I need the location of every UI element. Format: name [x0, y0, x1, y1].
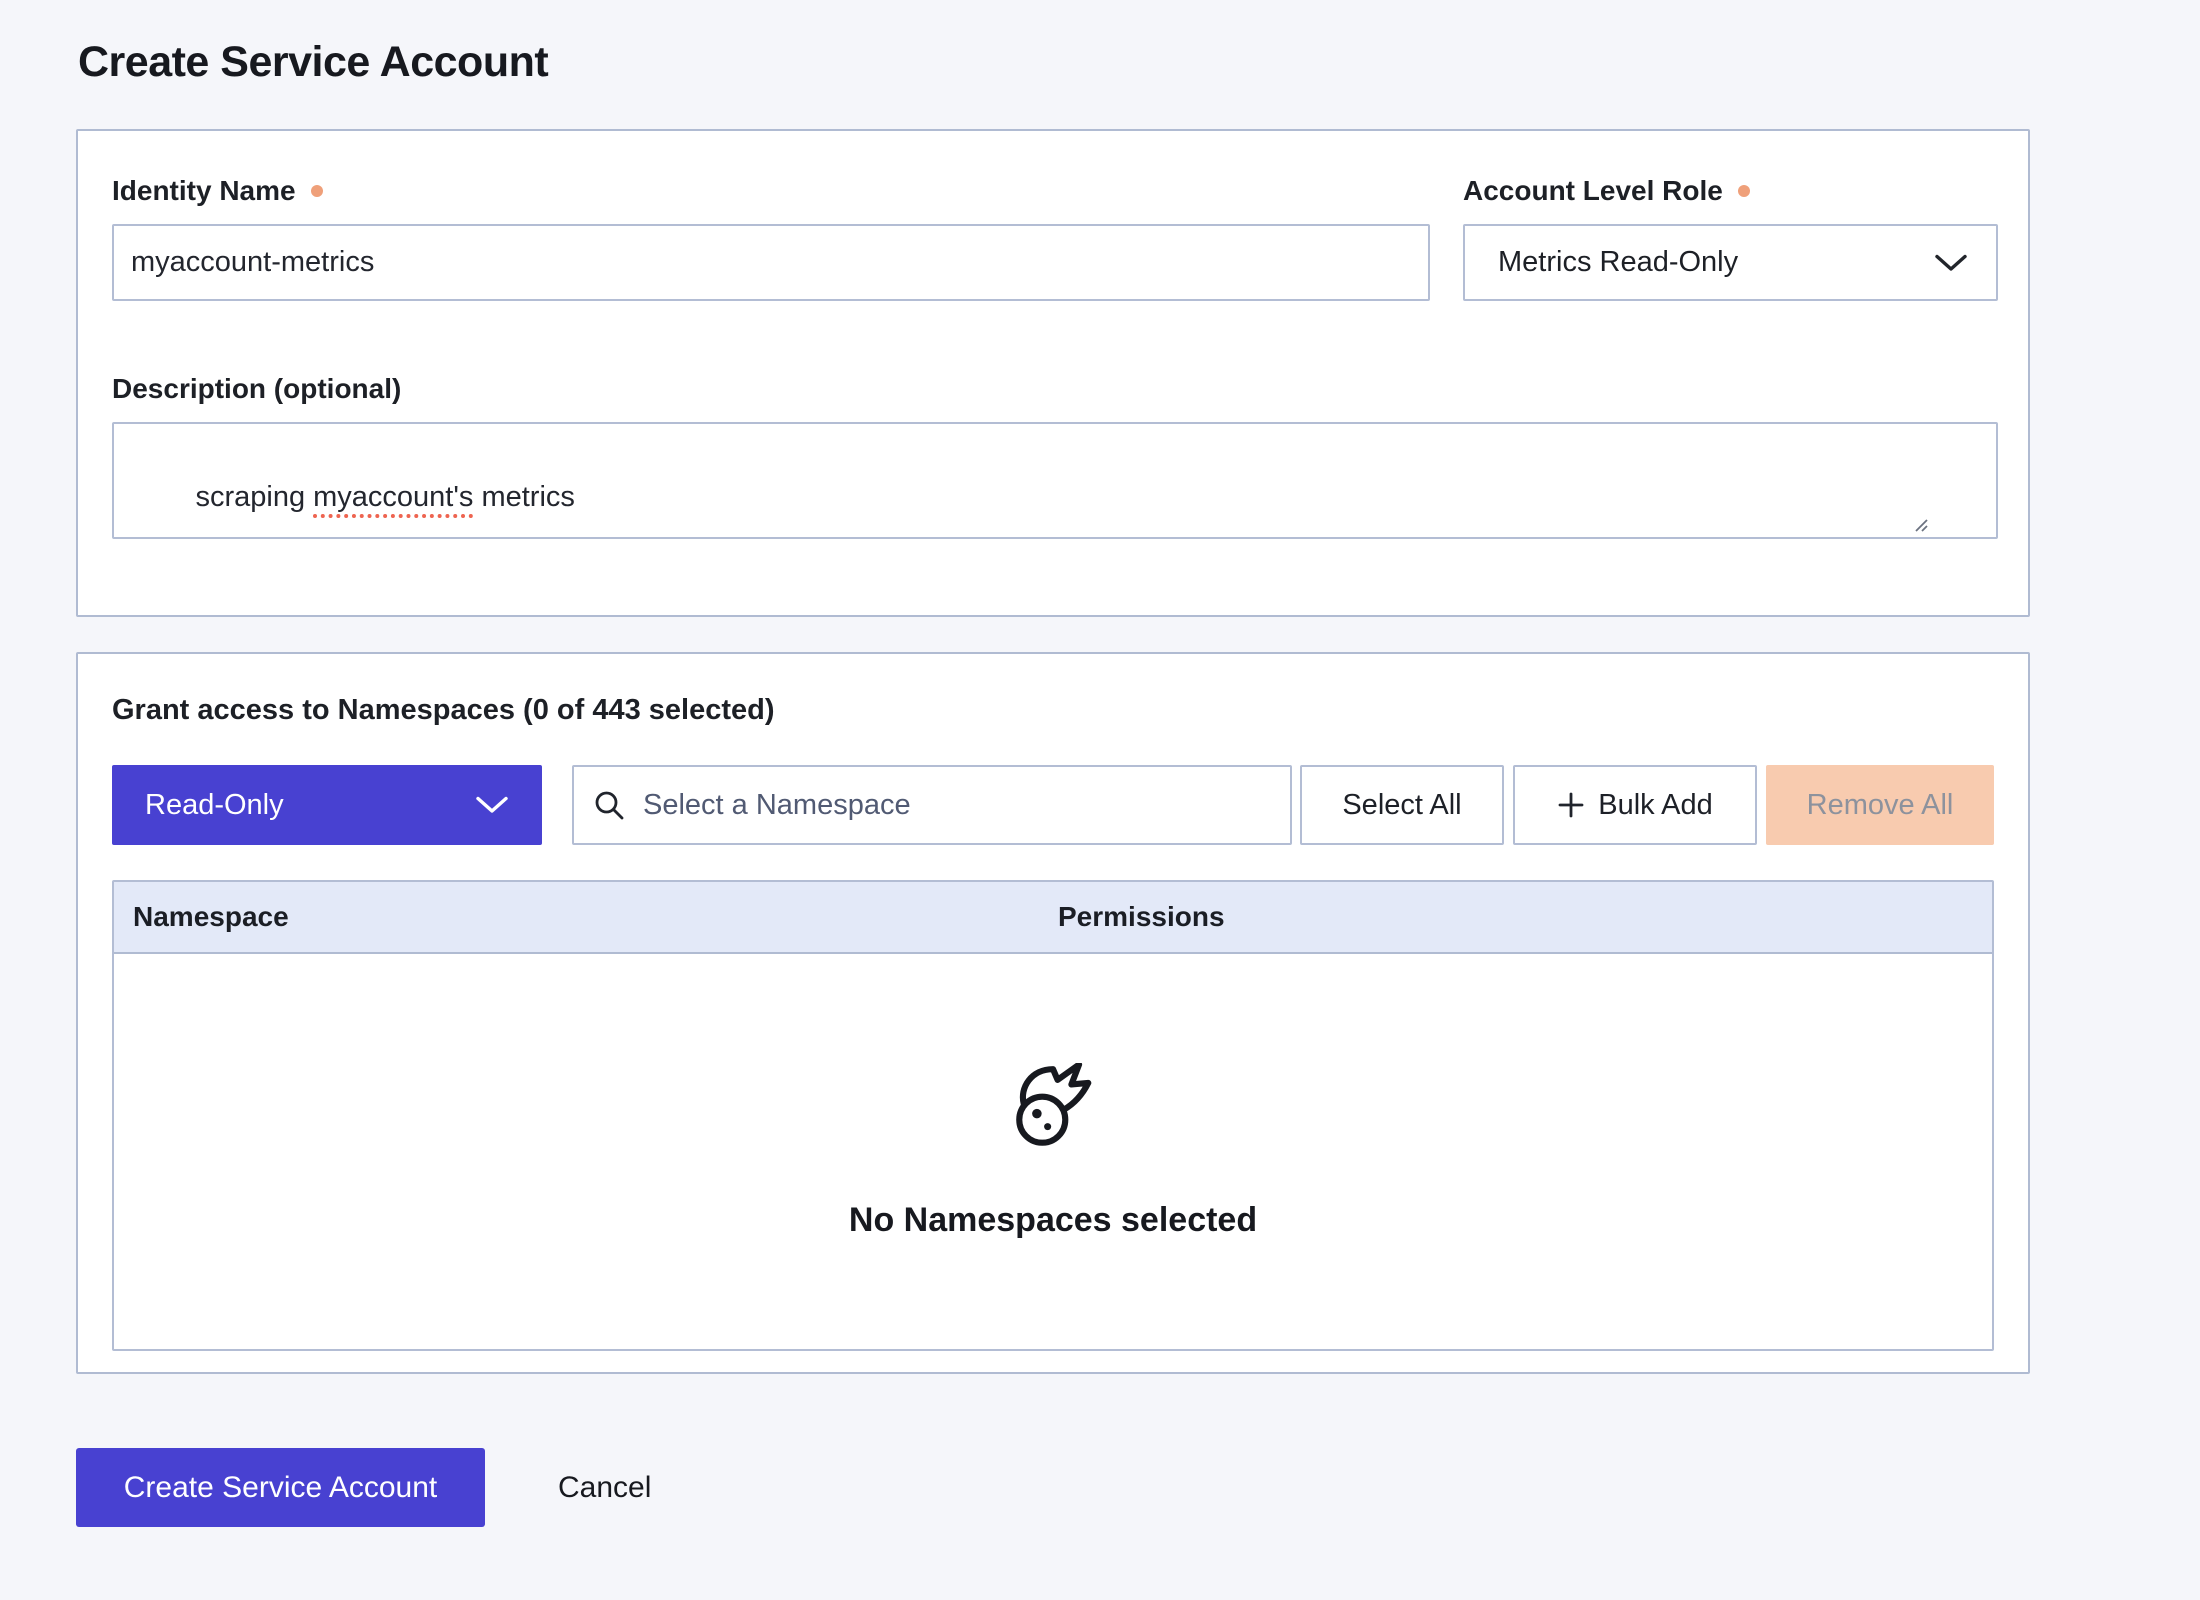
- namespaces-heading: Grant access to Namespaces (0 of 443 sel…: [112, 694, 1994, 727]
- account-level-role-label-row: Account Level Role: [1463, 175, 1998, 207]
- empty-state-message: No Namespaces selected: [849, 1201, 1257, 1240]
- identity-name-label-row: Identity Name: [112, 175, 1430, 207]
- namespace-column-header: Namespace: [133, 901, 1058, 933]
- description-field: Description (optional) scraping myaccoun…: [112, 373, 1994, 539]
- description-label-row: Description (optional): [112, 373, 1994, 405]
- comet-icon: [1007, 1063, 1099, 1155]
- search-icon: [593, 789, 626, 822]
- bulk-add-button[interactable]: Bulk Add: [1513, 765, 1757, 845]
- description-text-misspelled: myaccount's: [313, 481, 473, 513]
- permission-role-value: Read-Only: [145, 789, 284, 822]
- remove-all-label: Remove All: [1807, 789, 1954, 822]
- required-dot-icon: [311, 185, 323, 197]
- remove-all-button[interactable]: Remove All: [1766, 765, 1994, 845]
- account-level-role-select[interactable]: Metrics Read-Only: [1463, 224, 1998, 301]
- account-level-role-value: Metrics Read-Only: [1498, 246, 1738, 279]
- select-all-button[interactable]: Select All: [1300, 765, 1504, 845]
- permission-role-dropdown[interactable]: Read-Only: [112, 765, 542, 845]
- select-all-label: Select All: [1342, 789, 1461, 822]
- account-level-role-field: Account Level Role Metrics Read-Only: [1463, 175, 1998, 301]
- footer-actions: Create Service Account Cancel: [76, 1448, 2200, 1527]
- bulk-add-label: Bulk Add: [1598, 789, 1712, 822]
- description-textarea[interactable]: scraping myaccount's metrics: [112, 422, 1998, 539]
- identity-name-label: Identity Name: [112, 175, 296, 207]
- permissions-column-header: Permissions: [1058, 901, 1973, 933]
- namespaces-table-header: Namespace Permissions: [114, 882, 1992, 954]
- namespaces-panel: Grant access to Namespaces (0 of 443 sel…: [76, 652, 2030, 1374]
- description-text: scraping: [195, 481, 313, 513]
- chevron-down-icon: [1934, 253, 1968, 273]
- page-title: Create Service Account: [78, 38, 2200, 87]
- required-dot-icon: [1738, 185, 1750, 197]
- namespaces-controls-row: Read-Only Select All: [112, 765, 1994, 845]
- namespaces-table: Namespace Permissions No Namespaces sele…: [112, 880, 1994, 1351]
- textarea-resize-handle-icon[interactable]: [1912, 516, 1993, 534]
- namespace-search-box: [572, 765, 1292, 845]
- namespaces-table-body: No Namespaces selected: [114, 954, 1992, 1349]
- description-text: metrics: [473, 481, 575, 513]
- identity-panel: Identity Name Account Level Role Metrics…: [76, 129, 2030, 617]
- account-level-role-label: Account Level Role: [1463, 175, 1723, 207]
- cancel-button[interactable]: Cancel: [552, 1470, 657, 1506]
- namespace-search-input[interactable]: [641, 788, 1271, 823]
- identity-name-input[interactable]: [112, 224, 1430, 301]
- identity-field-row: Identity Name Account Level Role Metrics…: [112, 175, 1994, 301]
- chevron-down-icon: [475, 795, 509, 815]
- identity-name-field: Identity Name: [112, 175, 1430, 301]
- plus-icon: [1557, 791, 1585, 819]
- create-service-account-page: Create Service Account Identity Name Acc…: [0, 0, 2200, 1600]
- description-label: Description (optional): [112, 373, 401, 405]
- create-service-account-button[interactable]: Create Service Account: [76, 1448, 485, 1527]
